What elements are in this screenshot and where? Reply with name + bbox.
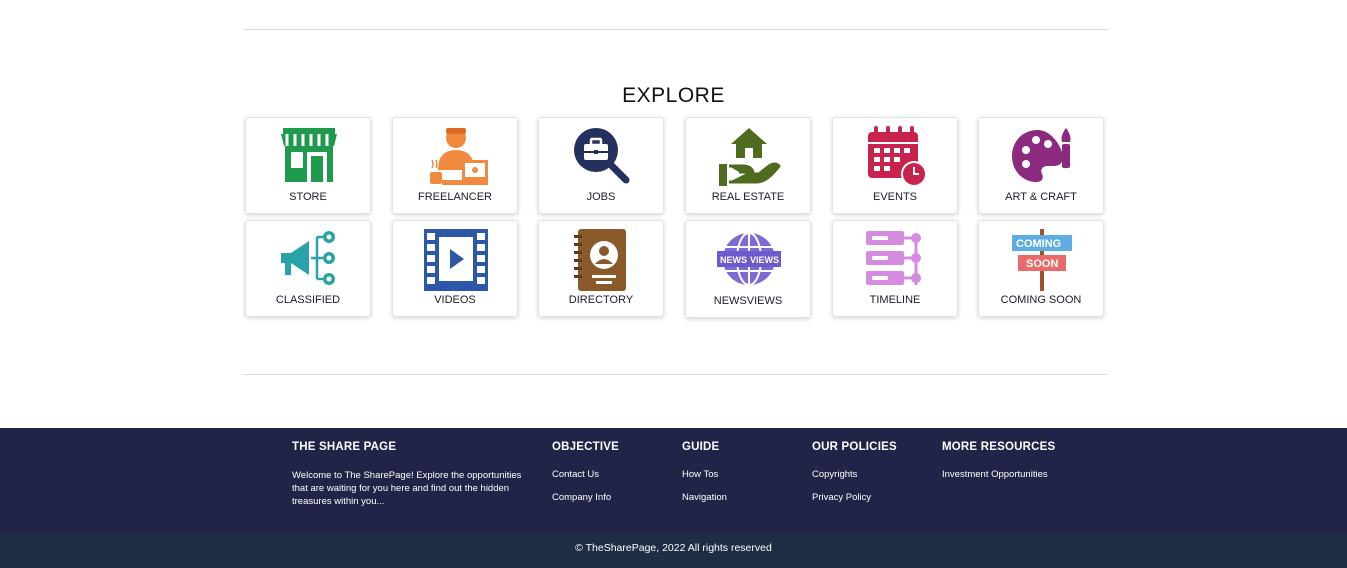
explore-heading: EXPLORE (622, 84, 725, 107)
tile-label: COMING SOON (1000, 294, 1082, 306)
footer: THE SHARE PAGE Welcome to The SharePage!… (0, 428, 1347, 534)
tile-label: DIRECTORY (568, 294, 634, 306)
how-tos-link[interactable]: How Tos (682, 469, 727, 480)
copyright-text: © TheSharePage, 2022 All rights reserved (575, 542, 772, 554)
footer-objective-heading: OBJECTIVE (552, 441, 619, 453)
newsviews-icon: NEWS VIEWS (717, 232, 781, 286)
tile-jobs[interactable]: JOBS (538, 117, 664, 214)
tile-timeline[interactable]: TIMELINE (832, 220, 958, 317)
directory-icon (574, 229, 626, 291)
footer-resources: MORE RESOURCES Investment Opportunities (942, 441, 1055, 492)
tile-label: JOBS (586, 191, 616, 203)
art-craft-icon (1012, 128, 1071, 182)
tile-freelancer[interactable]: FREELANCER (392, 117, 518, 214)
top-divider (243, 29, 1108, 30)
contact-us-link[interactable]: Contact Us (552, 469, 619, 480)
navigation-link[interactable]: Navigation (682, 492, 727, 503)
tile-label: EVENTS (872, 191, 917, 203)
svg-text:COMING: COMING (1016, 238, 1061, 250)
freelancer-icon (430, 128, 488, 185)
tile-newsviews[interactable]: NEWS VIEWS NEWSVIEWS (685, 220, 811, 318)
svg-text:SOON: SOON (1026, 258, 1058, 270)
events-icon (868, 126, 927, 187)
videos-icon (424, 229, 488, 291)
copyright-bar: © TheSharePage, 2022 All rights reserved (0, 534, 1347, 568)
tile-label: ART & CRAFT (1005, 191, 1077, 203)
classified-icon (281, 231, 335, 285)
tile-store[interactable]: STORE (245, 117, 371, 214)
store-icon (281, 128, 337, 182)
tile-label: FREELANCER (418, 191, 492, 203)
tile-art-craft[interactable]: ART & CRAFT (978, 117, 1104, 214)
footer-policies-heading: OUR POLICIES (812, 441, 897, 453)
coming-soon-icon: COMING SOON (1012, 229, 1072, 291)
privacy-policy-link[interactable]: Privacy Policy (812, 492, 897, 503)
svg-text:VIEWS: VIEWS (750, 255, 779, 265)
tile-directory[interactable]: DIRECTORY (538, 220, 664, 317)
footer-about-text: Welcome to The SharePage! Explore the op… (292, 470, 522, 507)
bottom-divider (243, 374, 1108, 375)
investment-opportunities-link[interactable]: Investment Opportunities (942, 469, 1055, 480)
tile-label: STORE (289, 191, 327, 203)
footer-guide-heading: GUIDE (682, 441, 720, 453)
copyrights-link[interactable]: Copyrights (812, 469, 897, 480)
tile-real-estate[interactable]: REAL ESTATE (685, 117, 811, 214)
svg-text:NEWS: NEWS (720, 255, 747, 265)
timeline-icon (866, 231, 921, 285)
tile-label: VIDEOS (434, 294, 476, 306)
tile-label: REAL ESTATE (711, 191, 785, 203)
tile-label: NEWSVIEWS (713, 295, 783, 307)
footer-guide: GUIDE How Tos Navigation (682, 441, 727, 515)
footer-policies: OUR POLICIES Copyrights Privacy Policy (812, 441, 897, 515)
footer-about: THE SHARE PAGE Welcome to The SharePage!… (292, 441, 538, 508)
footer-resources-heading: MORE RESOURCES (942, 441, 1056, 453)
real-estate-icon (719, 128, 781, 186)
tile-label: CLASSIFIED (275, 294, 341, 306)
company-info-link[interactable]: Company Info (552, 492, 619, 503)
footer-about-heading: THE SHARE PAGE (292, 441, 397, 453)
tile-classified[interactable]: CLASSIFIED (245, 220, 371, 317)
tile-events[interactable]: EVENTS (832, 117, 958, 214)
tile-videos[interactable]: VIDEOS (392, 220, 518, 317)
jobs-icon (574, 128, 630, 184)
tile-coming-soon[interactable]: COMING SOON COMING SOON (978, 220, 1104, 317)
footer-objective: OBJECTIVE Contact Us Company Info (552, 441, 619, 515)
page: EXPLORE STORE FREELANCER JOBS REAL ESTAT… (0, 0, 1347, 568)
tile-label: TIMELINE (869, 294, 921, 306)
